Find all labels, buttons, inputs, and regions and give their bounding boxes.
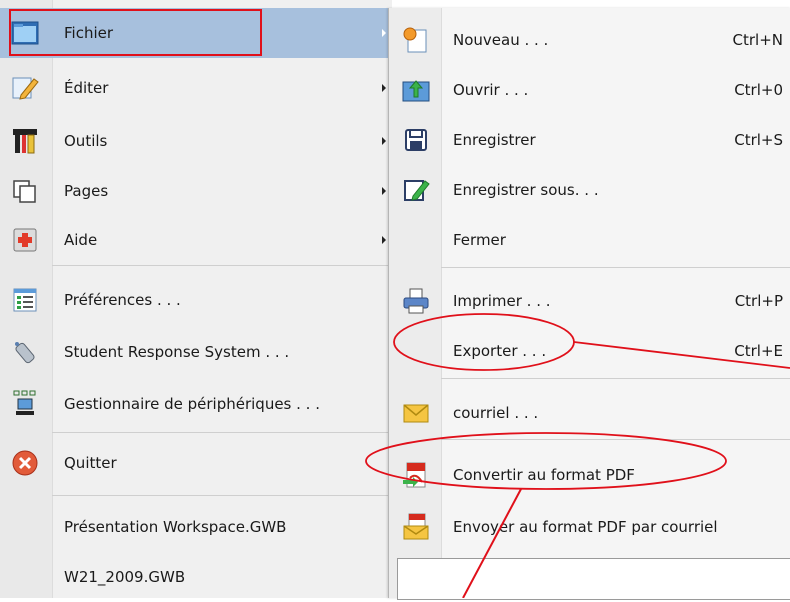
save-as-icon — [401, 175, 431, 205]
submenu-item-label: Envoyer au format PDF par courriel — [453, 518, 718, 536]
menu-item-label: Gestionnaire de périphériques . . . — [64, 395, 320, 413]
menu-item-aide[interactable]: Aide — [0, 215, 392, 265]
device-manager-icon — [10, 389, 40, 419]
menu-item-label: Quitter — [64, 454, 117, 472]
submenu-arrow-icon — [382, 187, 386, 195]
shortcut-label: Ctrl+0 — [734, 81, 783, 99]
submenu-item-ouvrir[interactable]: Ouvrir . . . Ctrl+0 — [389, 65, 790, 115]
submenu-arrow-icon — [382, 236, 386, 244]
submenu-item-label: Fermer — [453, 231, 506, 249]
menu-item-label: Aide — [64, 231, 98, 249]
menu-item-student-response-system[interactable]: Student Response System . . . — [0, 327, 392, 377]
folder-icon — [10, 18, 40, 48]
menu-item-outils[interactable]: Outils — [0, 116, 392, 166]
submenu-item-convertir-pdf[interactable]: Convertir au format PDF — [389, 450, 790, 500]
submenu-arrow-icon — [382, 29, 386, 37]
submenu-item-enregistrer-sous[interactable]: Enregistrer sous. . . — [389, 165, 790, 215]
submenu-item-label: Enregistrer sous. . . — [453, 181, 599, 199]
submenu-arrow-icon — [382, 137, 386, 145]
menu-item-label: W21_2009.GWB — [64, 568, 186, 586]
menu-separator — [52, 495, 388, 496]
submenu-item-envoyer-pdf-courriel[interactable]: Envoyer au format PDF par courriel — [389, 502, 790, 552]
menu-item-preferences[interactable]: Préférences . . . — [0, 275, 392, 325]
recent-file-w21-2009[interactable]: W21_2009.GWB — [0, 552, 392, 602]
shortcut-label: Ctrl+N — [732, 31, 783, 49]
recent-file-presentation-workspace[interactable]: Présentation Workspace.GWB — [0, 502, 392, 552]
pdf-email-icon — [401, 512, 431, 542]
tools-icon — [10, 126, 40, 156]
menu-separator — [52, 265, 388, 266]
pdf-icon — [401, 460, 431, 490]
submenu-item-nouveau[interactable]: Nouveau . . . Ctrl+N — [389, 15, 790, 65]
open-folder-icon — [401, 75, 431, 105]
menu-item-label: Présentation Workspace.GWB — [64, 518, 287, 536]
submenu-arrow-icon — [382, 84, 386, 92]
submenu-item-label: Nouveau . . . — [453, 31, 549, 49]
document-area — [397, 558, 790, 600]
submenu-item-label: Exporter . . . — [453, 342, 547, 360]
menu-item-pages[interactable]: Pages — [0, 166, 392, 216]
submenu-item-label: Imprimer . . . — [453, 292, 551, 310]
menu-item-label: Outils — [64, 132, 108, 150]
shortcut-label: Ctrl+S — [734, 131, 783, 149]
submenu-item-exporter[interactable]: Exporter . . . Ctrl+E — [389, 326, 790, 376]
shortcut-label: Ctrl+P — [734, 292, 783, 310]
menu-item-label: Student Response System . . . — [64, 343, 290, 361]
submenu-item-label: Enregistrer — [453, 131, 536, 149]
menu-item-gestionnaire-peripheriques[interactable]: Gestionnaire de périphériques . . . — [0, 379, 392, 429]
shortcut-label: Ctrl+E — [734, 342, 783, 360]
submenu-item-imprimer[interactable]: Imprimer . . . Ctrl+P — [389, 276, 790, 326]
submenu-item-label: Ouvrir . . . — [453, 81, 529, 99]
menu-separator — [441, 439, 790, 440]
submenu-item-enregistrer[interactable]: Enregistrer Ctrl+S — [389, 115, 790, 165]
printer-icon — [401, 286, 431, 316]
email-icon — [401, 398, 431, 428]
save-icon — [401, 125, 431, 155]
file-submenu: Nouveau . . . Ctrl+N Ouvrir . . . Ctrl+0… — [388, 8, 790, 600]
help-icon — [10, 225, 40, 255]
submenu-item-label: Convertir au format PDF — [453, 466, 635, 484]
edit-icon — [10, 73, 40, 103]
menu-item-quitter[interactable]: Quitter — [0, 438, 392, 488]
menu-item-label: Fichier — [64, 24, 114, 42]
submenu-item-courriel[interactable]: courriel . . . — [389, 388, 790, 438]
menu-separator — [52, 432, 388, 433]
pages-icon — [10, 176, 40, 206]
quit-icon — [10, 448, 40, 478]
preferences-icon — [10, 285, 40, 315]
menu-separator — [441, 267, 790, 268]
remote-icon — [10, 337, 40, 367]
new-file-icon — [401, 25, 431, 55]
menu-item-label: Éditer — [64, 79, 109, 97]
submenu-item-fermer[interactable]: Fermer — [389, 215, 790, 265]
menu-item-editer[interactable]: Éditer — [0, 63, 392, 113]
submenu-item-label: courriel . . . — [453, 404, 539, 422]
main-menu: Fichier Éditer Outils Pages Aide Préfére… — [0, 0, 392, 598]
menu-item-label: Pages — [64, 182, 109, 200]
menu-separator — [441, 378, 790, 379]
menu-item-fichier[interactable]: Fichier — [0, 8, 392, 58]
menu-item-label: Préférences . . . — [64, 291, 181, 309]
